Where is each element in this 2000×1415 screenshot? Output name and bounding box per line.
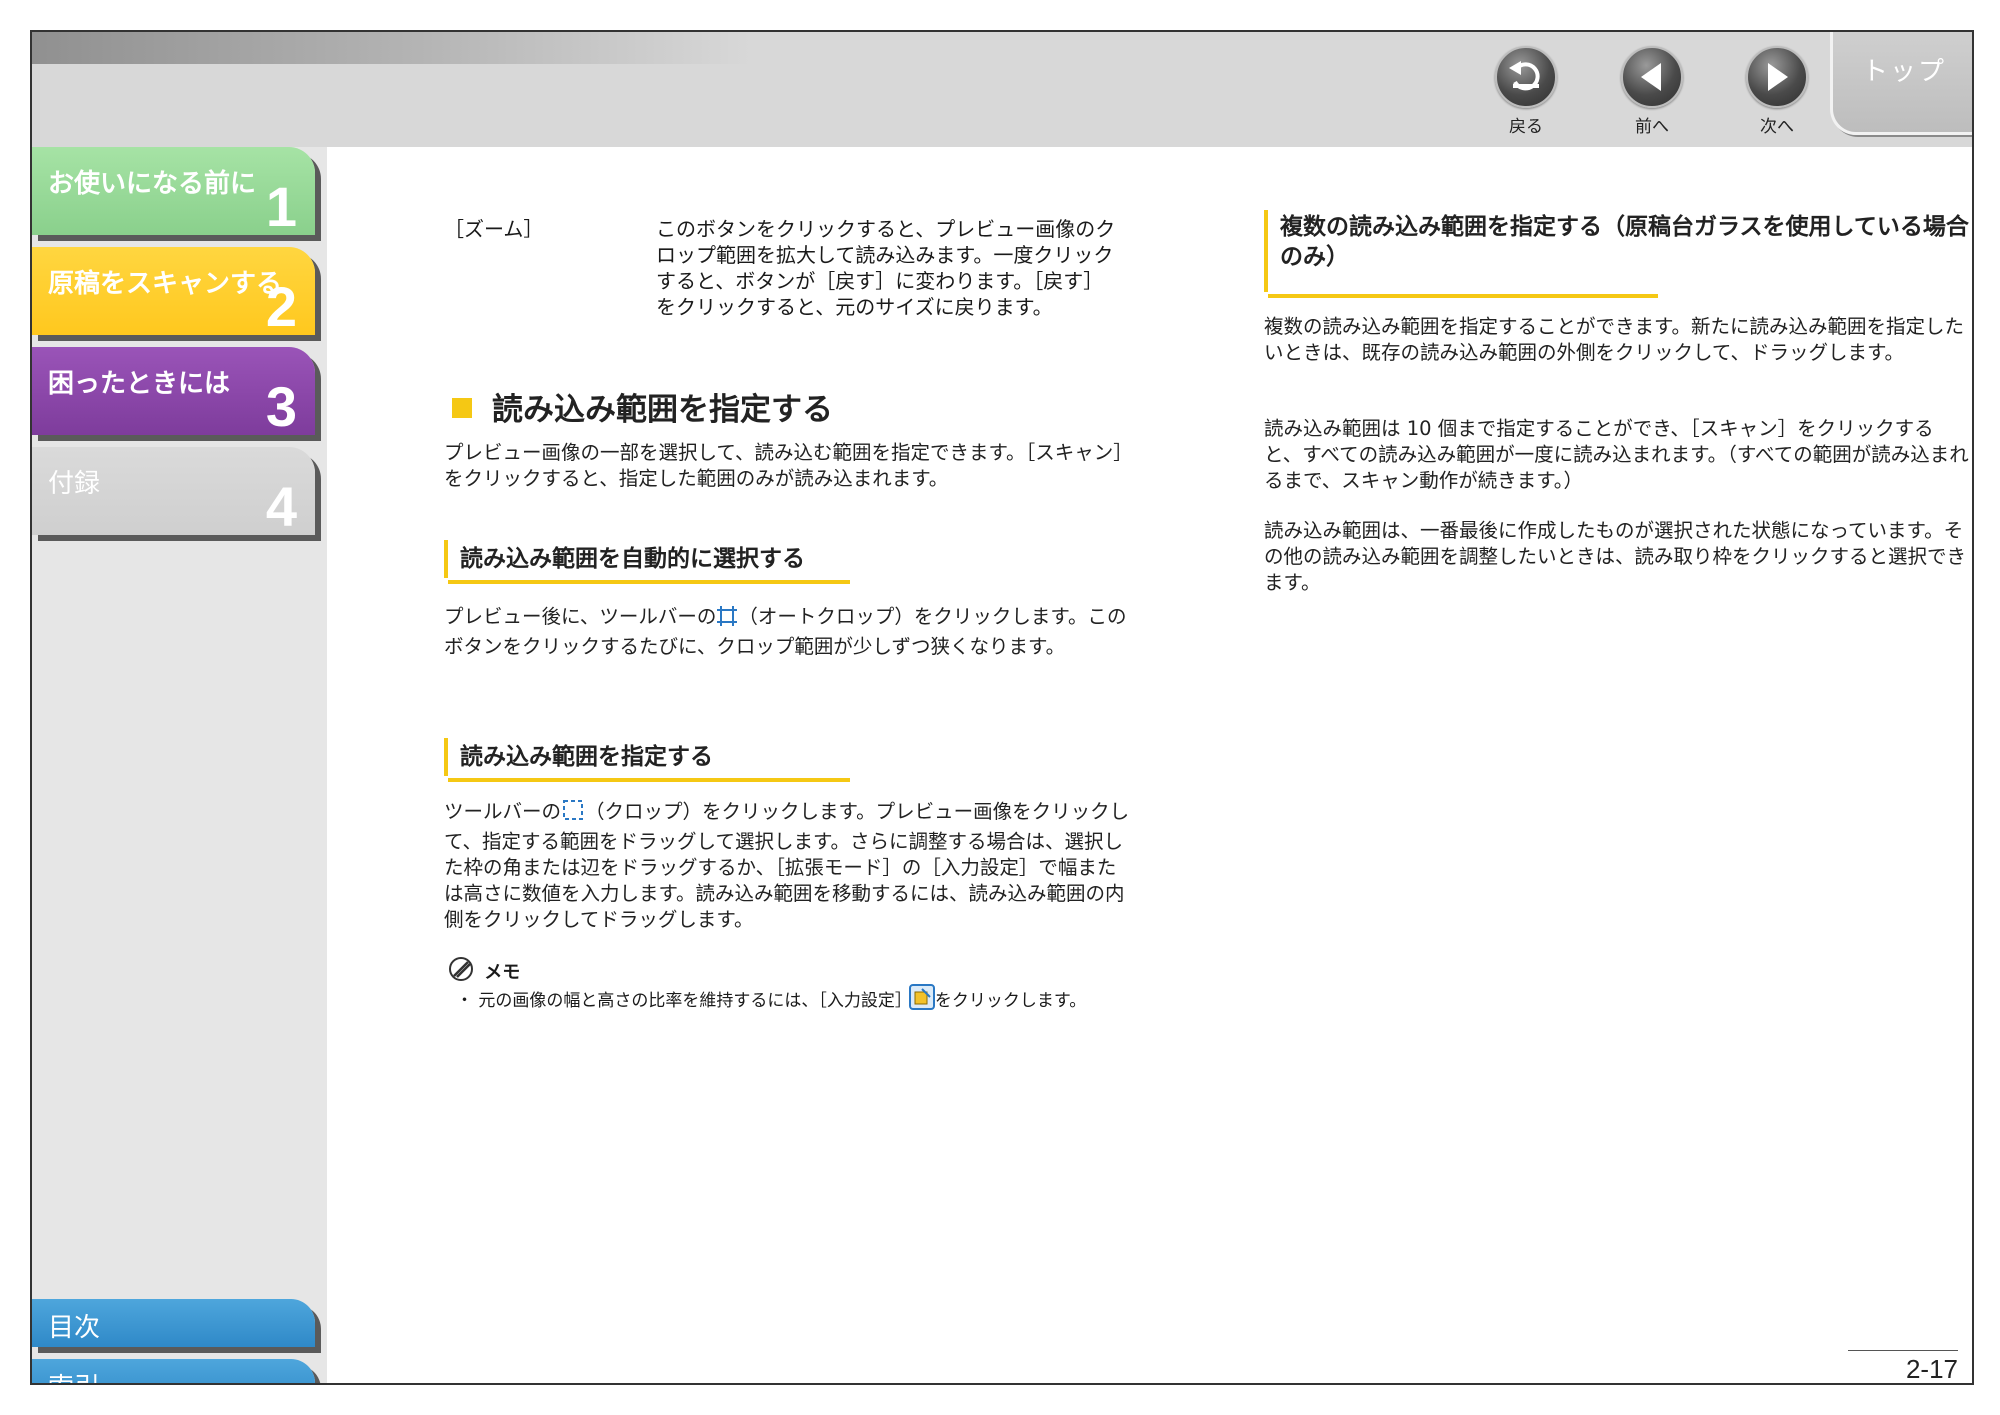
auto-crop-text-before: プレビュー後に、ツールバーの: [444, 605, 717, 628]
multi-range-heading: 複数の読み込み範囲を指定する（原稿台ガラスを使用している場合のみ）: [1264, 210, 1970, 298]
auto-crop-paragraph: プレビュー後に、ツールバーの （オートクロップ）をクリックします。このボタンをクリ…: [444, 604, 1134, 660]
section-heading-text: 読み込み範囲を指定する: [492, 392, 833, 428]
zoom-label: ［ズーム］: [444, 217, 544, 241]
auto-crop-heading-text: 読み込み範囲を自動的に選択する: [460, 546, 805, 572]
heading-underline: [448, 778, 850, 782]
manual-crop-paragraph: ツールバーの （クロップ）をクリックします。プレビュー画像をクリックして、指定する…: [444, 798, 1134, 933]
heading-underline: [448, 580, 850, 584]
memo-title: メモ: [484, 962, 521, 983]
manual-crop-heading: 読み込み範囲を指定する: [444, 738, 850, 782]
memo-text: ・ 元の画像の幅と高さの比率を維持するには、［入力設定］で をクリックします。: [456, 984, 1142, 1017]
manual-crop-heading-text: 読み込み範囲を指定する: [460, 744, 713, 770]
main-content: ［ズーム］ このボタンをクリックすると、プレビュー画像のクロップ範囲を拡大して読…: [32, 32, 1972, 1384]
section-heading: 読み込み範囲を指定する: [452, 384, 833, 429]
memo-text-before: ・ 元の画像の幅と高さの比率を維持するには、［入力設定］で: [456, 991, 929, 1011]
multi-range-paragraph-2: 読み込み範囲は 10 個まで指定することができ、［スキャン］をクリックすると、す…: [1264, 417, 1969, 492]
section-intro: プレビュー画像の一部を選択して、読み込む範囲を指定できます。［スキャン］をクリッ…: [444, 441, 1133, 490]
crop-icon: [561, 798, 585, 829]
multi-range-paragraph-3: 読み込み範囲は、一番最後に作成したものが選択された状態になっています。その他の読…: [1264, 519, 1967, 594]
pencil-icon: [448, 956, 478, 987]
heading-bullet: [452, 398, 472, 418]
multi-range-paragraph-1: 複数の読み込み範囲を指定することができます。新たに読み込み範囲を指定したいときは…: [1264, 315, 1965, 364]
page-number: 2-17: [1905, 1354, 1958, 1384]
multi-range-heading-text: 複数の読み込み範囲を指定する（原稿台ガラスを使用している場合のみ）: [1280, 214, 1969, 270]
auto-crop-heading: 読み込み範囲を自動的に選択する: [444, 540, 850, 584]
memo-text-after: をクリックします。: [934, 991, 1087, 1011]
memo-heading: メモ: [448, 956, 520, 987]
page-frame: 戻る 前へ 次へ トップ お使いになる前に 1 原稿をスキャンする 2 困ったと…: [30, 30, 1974, 1385]
auto-crop-icon: [716, 605, 738, 634]
zoom-description: このボタンをクリックすると、プレビュー画像のクロップ範囲を拡大して読み込みます。…: [656, 217, 1116, 319]
manual-crop-text-before: ツールバーの: [444, 800, 562, 823]
heading-underline: [1268, 294, 1658, 298]
page-number-rule: [1848, 1350, 1958, 1351]
